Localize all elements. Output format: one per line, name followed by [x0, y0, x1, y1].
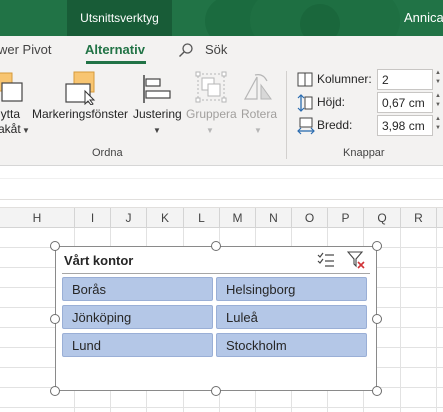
columns-icon — [297, 72, 313, 87]
group-label-ordna: Ordna — [92, 147, 123, 159]
slicer-title: Vårt kontor — [64, 253, 134, 268]
resize-handle-right[interactable] — [372, 314, 382, 324]
align-label[interactable]: Justering — [133, 107, 182, 121]
grid-line — [400, 228, 401, 412]
width-label: Bredd: — [317, 118, 353, 132]
group-label: Gruppera — [186, 107, 237, 121]
resize-handle-top-right[interactable] — [372, 241, 382, 251]
column-header-o[interactable]: O — [292, 208, 328, 228]
slicer-item-lund[interactable]: Lund — [62, 333, 213, 357]
chevron-down-icon: ▼ — [206, 126, 214, 135]
send-backward-label-2[interactable]: akåt — [0, 122, 21, 136]
column-header-j[interactable]: J — [111, 208, 147, 228]
chevron-down-icon: ▼ — [254, 126, 262, 135]
width-input[interactable] — [377, 115, 433, 136]
tab-alternativ[interactable]: Alternativ — [85, 42, 145, 57]
resize-handle-top-left[interactable] — [50, 241, 60, 251]
height-label: Höjd: — [317, 95, 346, 109]
column-header-k[interactable]: K — [147, 208, 184, 228]
rotate-icon — [243, 74, 272, 100]
column-header-p[interactable]: P — [328, 208, 364, 228]
resize-handle-top[interactable] — [211, 241, 221, 251]
column-header-m[interactable]: M — [220, 208, 256, 228]
multi-select-icon[interactable] — [317, 252, 335, 268]
send-backward-icon[interactable] — [0, 71, 26, 105]
slicer-item-stockholm[interactable]: Stockholm — [216, 333, 367, 357]
chevron-down-icon[interactable]: ▼ — [22, 126, 30, 135]
column-header-r[interactable]: R — [401, 208, 437, 228]
group-separator — [286, 71, 287, 159]
title-bar: Utsnittsverktyg Annica — [0, 0, 443, 36]
tab-power-pivot[interactable]: wer Pivot — [0, 42, 51, 57]
column-header-q[interactable]: Q — [364, 208, 401, 228]
columns-label: Kolumner: — [317, 72, 372, 86]
column-header-l[interactable]: L — [184, 208, 220, 228]
column-headers: H I J K L M N O P Q R — [0, 208, 443, 228]
column-header-n[interactable]: N — [256, 208, 292, 228]
width-spinner[interactable]: ▲ ▼ — [435, 115, 443, 136]
column-header-i[interactable]: I — [75, 208, 111, 228]
formula-bar[interactable] — [0, 178, 443, 200]
send-backward-label[interactable]: lytta — [0, 107, 20, 121]
clear-filter-icon[interactable] — [347, 251, 365, 269]
resize-handle-bottom-left[interactable] — [50, 386, 60, 396]
ribbon: lytta akåt ▼ Markeringsfönster Justering… — [0, 65, 443, 166]
slicer-item-jonkoping[interactable]: Jönköping — [62, 305, 213, 329]
slicer-item-boras[interactable]: Borås — [62, 277, 213, 301]
slicer-item-lulea[interactable]: Luleå — [216, 305, 367, 329]
grid-line — [0, 407, 443, 408]
grid-line — [436, 228, 437, 412]
chevron-down-icon[interactable]: ▼ — [153, 126, 161, 135]
columns-spinner[interactable]: ▲ ▼ — [435, 69, 443, 90]
resize-handle-left[interactable] — [50, 314, 60, 324]
resize-handle-bottom-right[interactable] — [372, 386, 382, 396]
resize-handle-bottom[interactable] — [211, 386, 221, 396]
height-input[interactable] — [377, 92, 433, 113]
height-spinner[interactable]: ▲ ▼ — [435, 92, 443, 113]
group-icon — [195, 71, 227, 103]
slicer-item-helsingborg[interactable]: Helsingborg — [216, 277, 367, 301]
title-bar-decoration — [300, 4, 340, 36]
width-icon — [297, 117, 315, 135]
context-tab-utsnittsverktyg: Utsnittsverktyg — [67, 0, 172, 36]
user-name[interactable]: Annica — [404, 0, 443, 36]
selection-pane-icon[interactable] — [64, 71, 98, 105]
columns-input[interactable] — [377, 69, 433, 90]
height-icon — [297, 94, 313, 112]
slicer-divider — [62, 273, 370, 274]
align-icon[interactable] — [140, 73, 174, 105]
column-header-h[interactable]: H — [0, 208, 75, 228]
selection-pane-label[interactable]: Markeringsfönster — [32, 107, 128, 121]
search-icon[interactable] — [178, 42, 194, 58]
ribbon-tabs: wer Pivot Alternativ Sök — [0, 36, 443, 65]
group-label-knappar: Knappar — [343, 147, 385, 159]
slicer[interactable]: Vårt kontor Borås Helsingborg Jönköping … — [55, 246, 377, 391]
active-tab-indicator — [86, 61, 146, 64]
tab-search[interactable]: Sök — [205, 42, 227, 57]
rotate-label: Rotera — [241, 107, 278, 121]
